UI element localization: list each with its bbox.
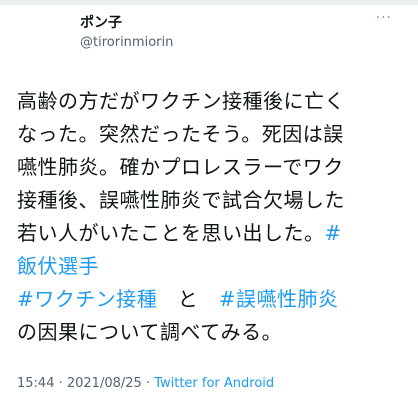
tweet-line: 高齢の方だがワクチン接種後に亡く [17,89,345,113]
tweet-line: 接種後、誤嚥性肺炎で試合欠場した [17,188,345,212]
display-name[interactable]: ポン子 [80,12,122,32]
tweet-line-text: 若い人がいたことを思い出した。 [17,221,325,245]
tweet-line: 若い人がいたことを思い出した。# [17,217,412,250]
tweet-line: #ワクチン接種 と #誤嚥性肺炎 [17,283,412,316]
tweet-line: の因果について調べてみる。 [17,320,283,344]
tweet-header: ポン子 @tirorinmiorin ··· [80,10,410,56]
tweet-line: なった。突然だったそう。死因は誤 [17,122,344,146]
more-options-icon[interactable]: ··· [376,10,392,26]
hashtag-link[interactable]: #ワクチン接種 [17,287,157,311]
tweet-text: 高齢の方だがワクチン接種後に亡く なった。突然だったそう。死因は誤 嚥性肺炎。確かプ… [17,85,412,349]
tweet-line: 飯伏選手 [17,250,412,283]
source-link[interactable]: Twitter for Android [154,376,274,391]
user-handle[interactable]: @tirorinmiorin [80,35,173,50]
tweet-line: 嚥性肺炎。確かプロレスラーでワク [17,155,344,179]
hashtag-link[interactable]: #誤嚥性肺炎 [219,287,339,311]
timestamp[interactable]: 15:44 · 2021/08/25 · [17,376,154,391]
hashtag-link[interactable]: # [325,221,342,245]
tweet-line-text: と [157,287,219,311]
hashtag-link[interactable]: 飯伏選手 [17,254,99,278]
top-divider [0,0,418,5]
tweet-meta: 15:44 · 2021/08/25 · Twitter for Android [17,376,274,391]
